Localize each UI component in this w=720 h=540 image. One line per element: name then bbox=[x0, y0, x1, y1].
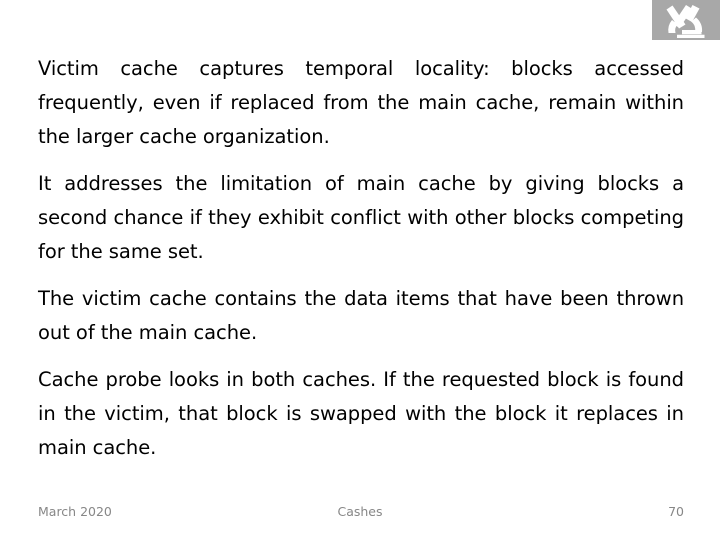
paragraph-2: It addresses the limitation of main cach… bbox=[38, 172, 684, 263]
slide-footer: March 2020 Cashes 70 bbox=[0, 504, 720, 530]
microscope-logo-icon bbox=[652, 0, 720, 40]
slide: Victim cache captures temporal locality:… bbox=[0, 0, 720, 540]
paragraph-1: Victim cache captures temporal locality:… bbox=[38, 57, 684, 148]
footer-page-number: 70 bbox=[668, 504, 684, 519]
paragraph-3: The victim cache contains the data items… bbox=[38, 287, 684, 344]
paragraph-4: Cache probe looks in both caches. If the… bbox=[38, 368, 684, 459]
footer-title: Cashes bbox=[337, 504, 383, 519]
slide-body: Victim cache captures temporal locality:… bbox=[38, 52, 684, 465]
